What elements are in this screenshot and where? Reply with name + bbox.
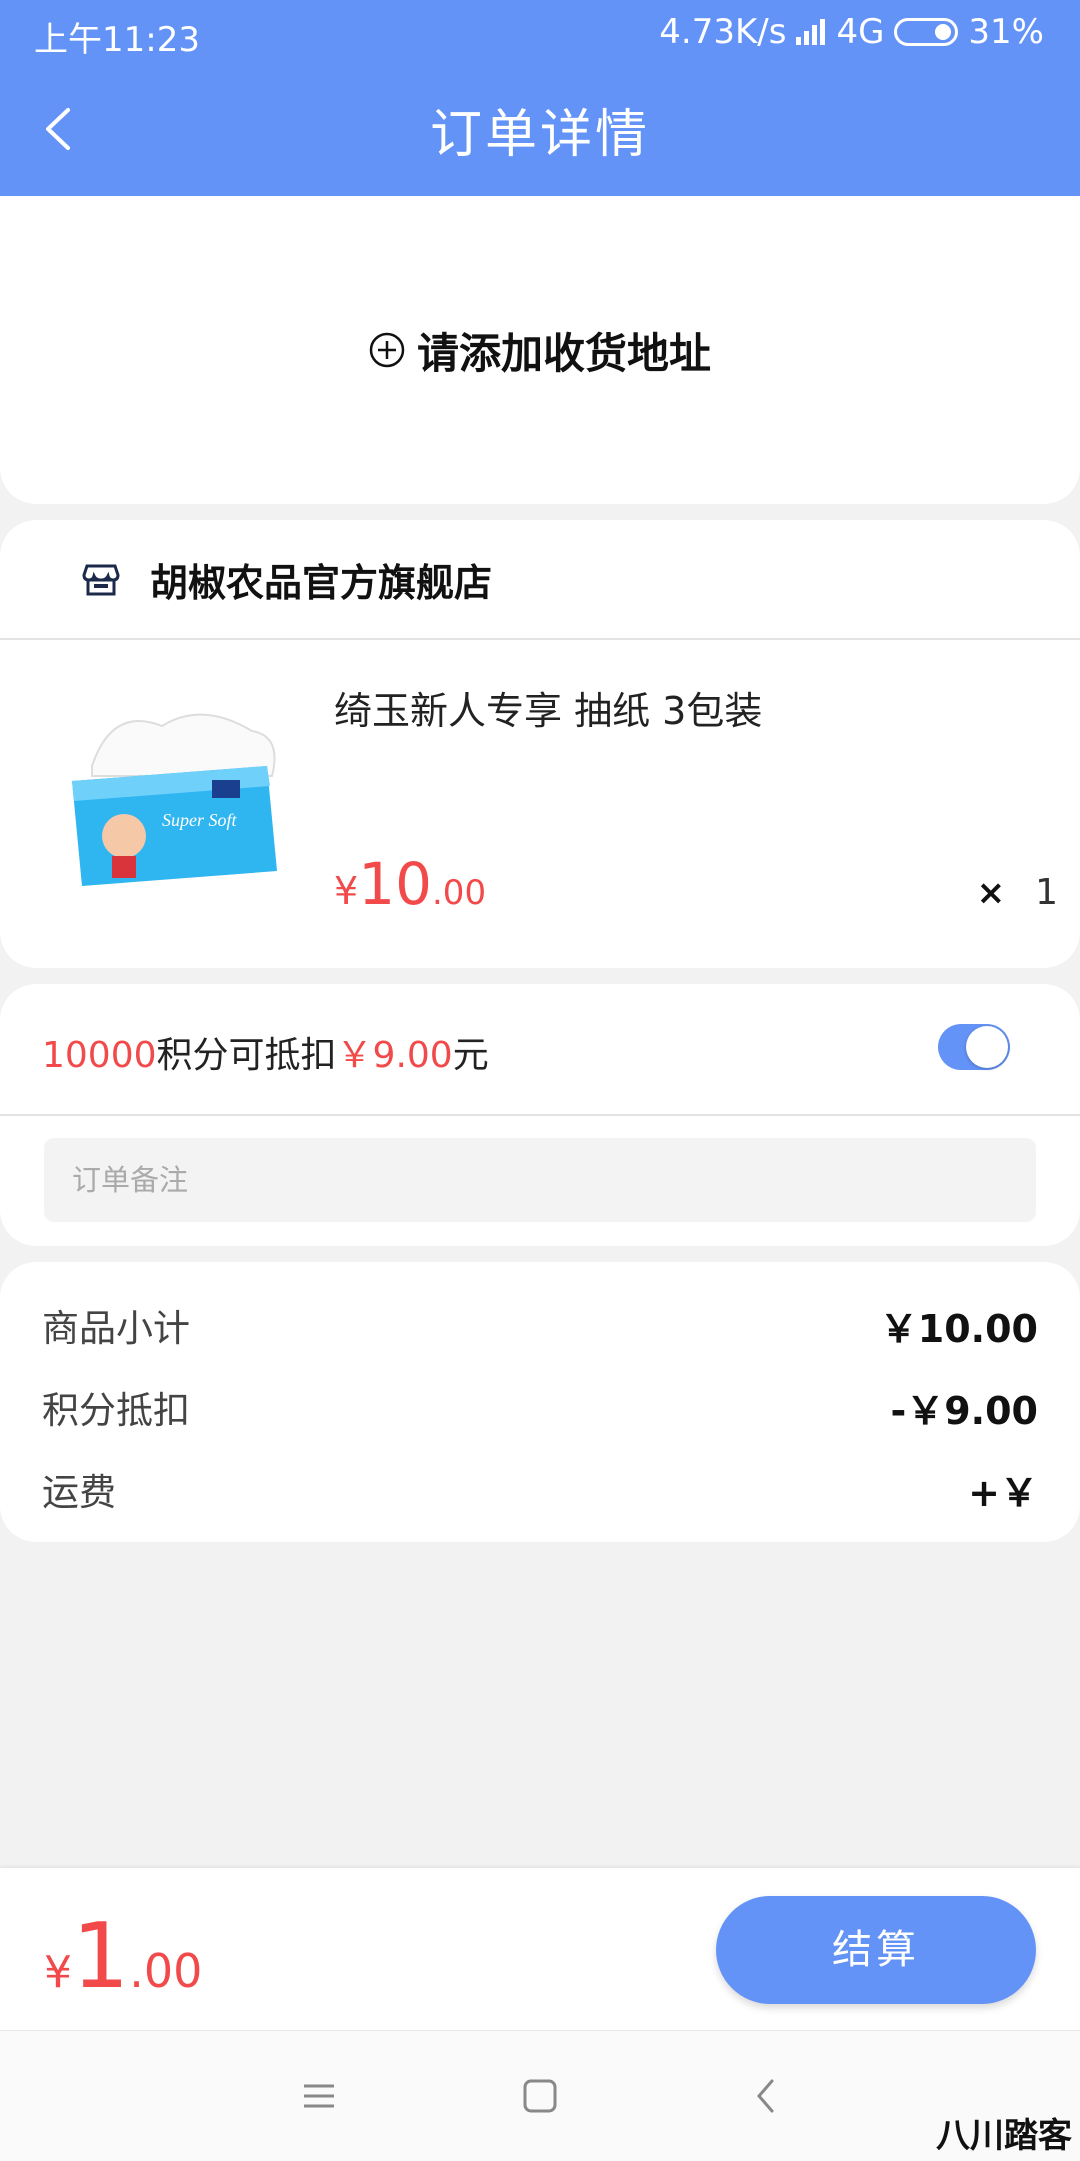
points-deduction-value: -￥9.00	[890, 1389, 1038, 1433]
points-text: 10000积分可抵扣￥9.00元	[42, 1026, 489, 1078]
home-icon[interactable]	[515, 2071, 565, 2121]
total-price: ¥1.00	[44, 1904, 202, 2009]
points-deduct-amount: ￥9.00	[336, 1035, 453, 1076]
subtotal-value: ￥10.00	[879, 1307, 1038, 1351]
order-remark-input[interactable]: 订单备注	[44, 1138, 1036, 1222]
menu-icon[interactable]	[294, 2071, 344, 2121]
points-deduction-row: 积分抵扣 -￥9.00	[42, 1380, 1038, 1440]
network-type: 4G	[836, 12, 885, 52]
total-currency: ¥	[44, 1947, 72, 1998]
add-address-button[interactable]: 请添加收货地址	[369, 320, 711, 381]
signal-icon	[796, 19, 826, 45]
shipping-label: 运费	[42, 1471, 116, 1514]
svg-text:Super Soft: Super Soft	[162, 810, 237, 830]
price-integer: 10	[358, 850, 432, 918]
status-bar: 上午11:23 4.73K/s 4G 31%	[0, 0, 1080, 68]
points-unit: 元	[452, 1035, 489, 1076]
app-header: 上午11:23 4.73K/s 4G 31% 订单详情	[0, 0, 1080, 196]
add-address-card[interactable]: 请添加收货地址	[0, 196, 1080, 504]
subtotal-row: 商品小计 ￥10.00	[42, 1298, 1038, 1358]
points-amount: 10000	[42, 1035, 157, 1076]
product-image[interactable]: Super Soft	[52, 696, 300, 896]
checkout-bar: ¥1.00 结算	[0, 1868, 1080, 2030]
status-time: 上午11:23	[34, 20, 200, 60]
plus-circle-icon	[369, 332, 405, 368]
product-price: ¥10.00	[334, 850, 486, 918]
price-currency: ¥	[334, 869, 359, 913]
battery-level: 31%	[968, 12, 1044, 52]
points-card: 10000积分可抵扣￥9.00元 订单备注	[0, 984, 1080, 1246]
total-integer: 1	[72, 1904, 130, 2009]
shop-name: 胡椒农品官方旗舰店	[150, 560, 493, 605]
points-deduction-label: 积分抵扣	[42, 1389, 190, 1432]
back-icon[interactable]	[742, 2071, 792, 2121]
shipping-row: 运费 +￥	[42, 1462, 1038, 1522]
quantity: × 1	[977, 872, 1058, 913]
shop-row[interactable]: 胡椒农品官方旗舰店	[0, 520, 1080, 640]
price-summary-card: 商品小计 ￥10.00 积分抵扣 -￥9.00 运费 +￥	[0, 1262, 1080, 1542]
price-decimal: .00	[432, 873, 487, 913]
checkout-button[interactable]: 结算	[716, 1896, 1036, 2004]
quantity-value: 1	[1035, 872, 1058, 913]
multiply-mark: ×	[976, 872, 1006, 913]
system-nav-bar: 八川踏客	[0, 2030, 1080, 2161]
order-card: 胡椒农品官方旗舰店 Super Soft 绮玉新人专享 抽纸 3包装 ¥10.0…	[0, 520, 1080, 968]
points-label: 积分可抵扣	[156, 1035, 337, 1076]
shipping-value: +￥	[968, 1471, 1038, 1515]
shop-icon	[82, 564, 120, 596]
status-right: 4.73K/s 4G 31%	[659, 12, 1044, 52]
product-title: 绮玉新人专享 抽纸 3包装	[334, 689, 763, 733]
page-title: 订单详情	[429, 105, 650, 165]
subtotal-label: 商品小计	[42, 1307, 190, 1350]
points-toggle[interactable]	[938, 1024, 1010, 1070]
add-address-label: 请添加收货地址	[416, 328, 711, 378]
battery-icon	[894, 18, 959, 46]
total-decimal: .00	[129, 1944, 203, 1998]
watermark: 八川踏客	[936, 2116, 1072, 2156]
network-speed: 4.73K/s	[659, 12, 787, 52]
points-row: 10000积分可抵扣￥9.00元	[0, 984, 1080, 1116]
